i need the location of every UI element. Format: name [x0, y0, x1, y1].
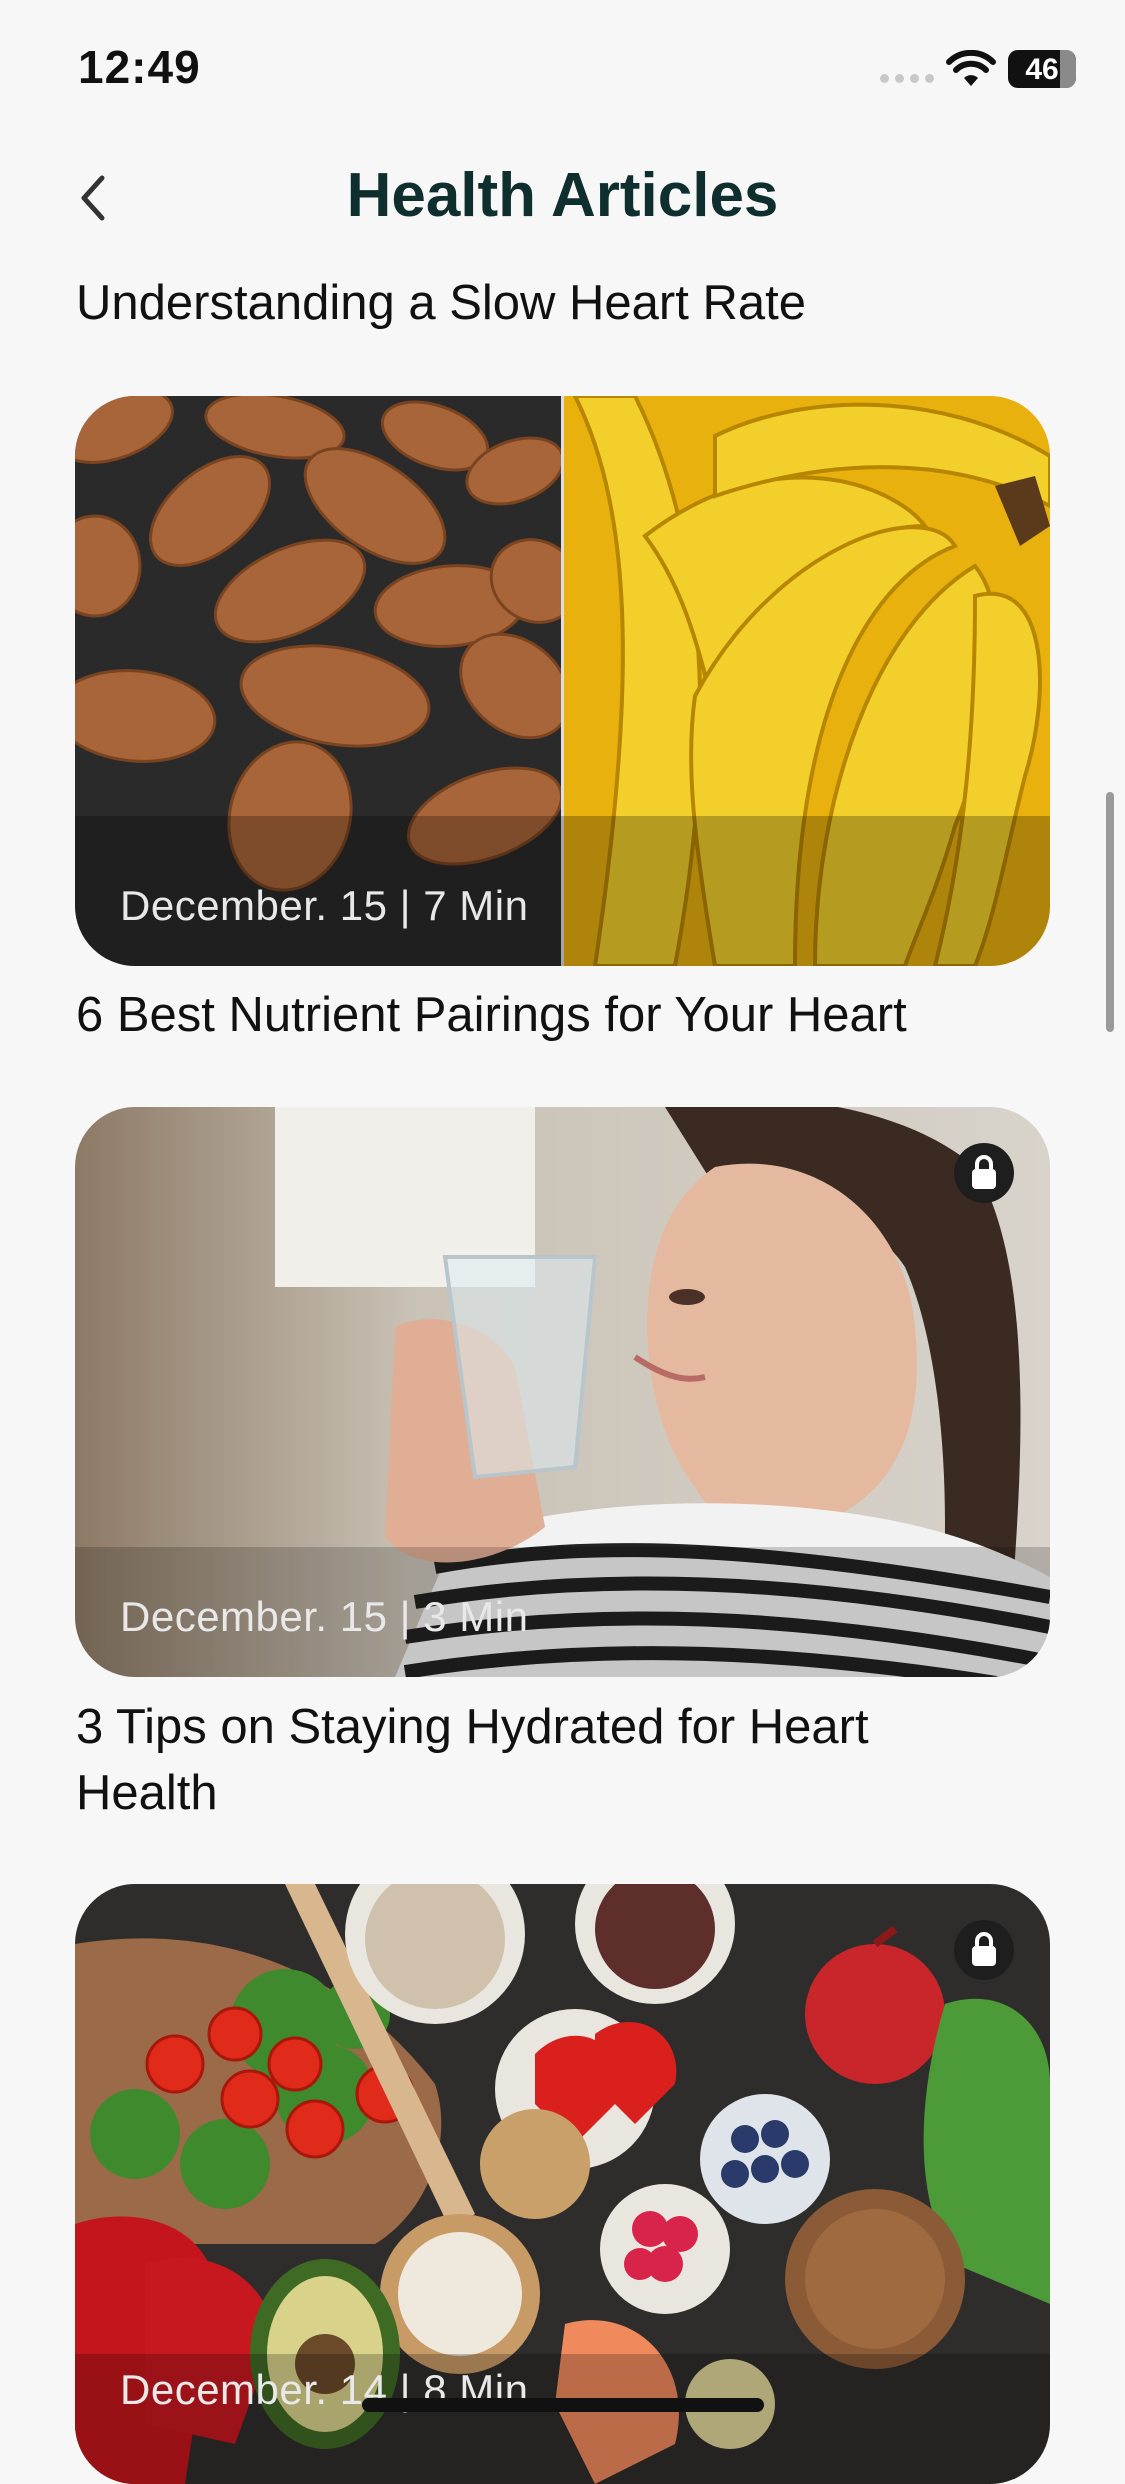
article-card[interactable]: December. 14 | 8 Min — [75, 1884, 1050, 2484]
navigation-bar: Health Articles — [0, 150, 1125, 250]
battery-icon: 46 — [1008, 50, 1076, 88]
signal-icon — [880, 74, 934, 83]
home-indicator[interactable] — [362, 2398, 764, 2412]
article-title[interactable]: 6 Best Nutrient Pairings for Your Heart — [76, 982, 976, 1048]
wifi-icon — [946, 50, 996, 86]
article-image-woman-drinking-water — [75, 1107, 1050, 1677]
article-meta: December. 15 | 3 Min — [120, 1593, 529, 1640]
scrollbar[interactable] — [1106, 792, 1114, 1032]
article-card[interactable]: December. 15 | 7 Min — [75, 396, 1050, 966]
status-bar: 12:49 46 — [0, 0, 1125, 130]
status-time: 12:49 — [78, 41, 201, 93]
lock-icon — [954, 1143, 1014, 1203]
article-meta: December. 15 | 7 Min — [120, 882, 529, 929]
battery-level: 46 — [1025, 53, 1059, 86]
page-title: Health Articles — [346, 161, 779, 230]
article-title[interactable]: Understanding a Slow Heart Rate — [76, 270, 976, 336]
lock-icon — [954, 1920, 1014, 1980]
article-image-almonds-bananas — [75, 396, 1050, 966]
article-card[interactable]: December. 15 | 3 Min — [75, 1107, 1050, 1677]
article-title[interactable]: 3 Tips on Staying Hydrated for Heart Hea… — [76, 1694, 976, 1826]
